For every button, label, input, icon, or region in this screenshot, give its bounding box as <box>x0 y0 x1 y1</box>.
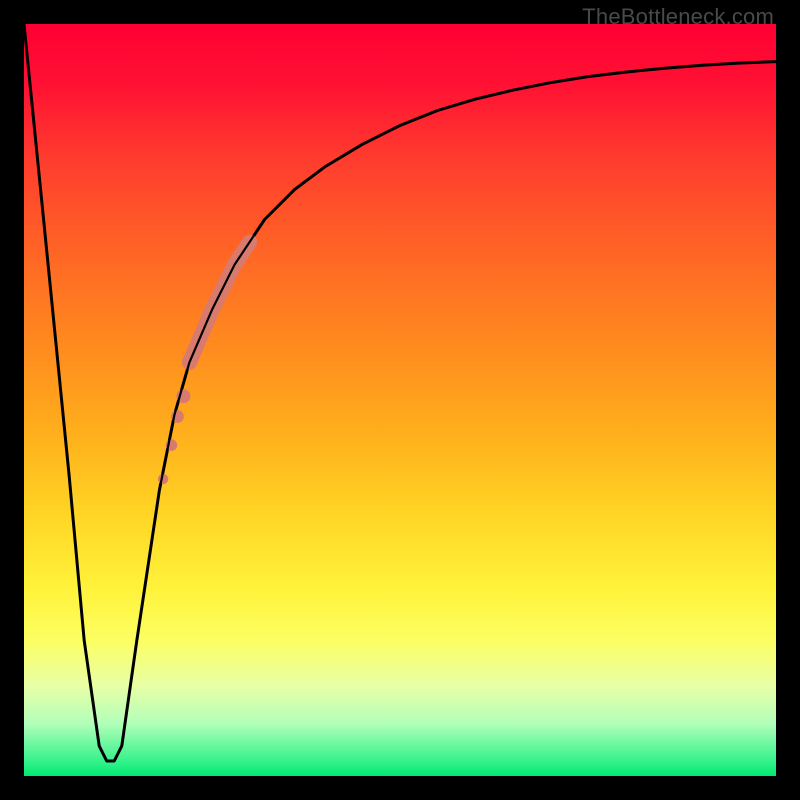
plot-area <box>24 24 776 776</box>
highlight-band <box>189 242 249 362</box>
bottleneck-curve-svg <box>24 24 776 776</box>
attribution-text: TheBottleneck.com <box>582 4 774 30</box>
chart-frame: TheBottleneck.com <box>0 0 800 800</box>
curve-group <box>24 24 776 761</box>
bottleneck-curve-path <box>24 24 776 761</box>
